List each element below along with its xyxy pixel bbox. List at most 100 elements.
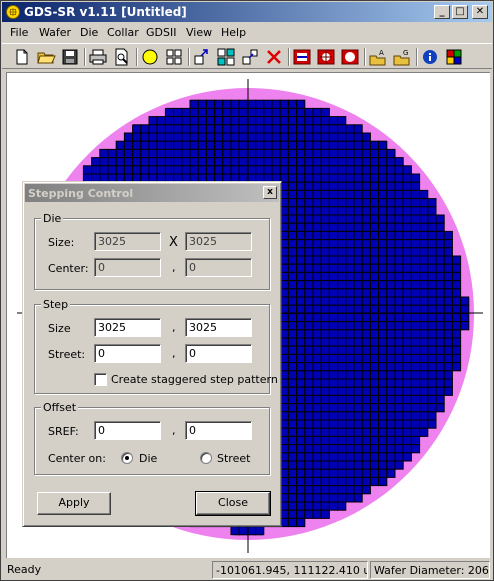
step-icon[interactable] [192, 47, 212, 67]
menu-wafer[interactable]: Wafer [39, 26, 71, 39]
close-button[interactable]: ✕ [472, 5, 488, 19]
move-icon[interactable] [240, 47, 260, 67]
die-cell [328, 444, 339, 454]
die-cell [460, 296, 470, 306]
die-cell [345, 394, 355, 405]
die-cell [435, 370, 445, 380]
apply-button[interactable]: Apply [37, 492, 111, 515]
die-cell [304, 444, 314, 454]
menu-gdsii[interactable]: GDSII [146, 26, 176, 39]
array-icon[interactable] [216, 47, 236, 67]
die-cell [312, 312, 322, 323]
die-cell [353, 173, 363, 183]
die-cell [328, 452, 339, 462]
center-on-die-radio[interactable] [121, 452, 133, 464]
staggered-step-label[interactable]: Create staggered step pattern [111, 373, 278, 386]
die-cell [427, 198, 437, 208]
sref-y-input[interactable]: 0 [185, 421, 252, 440]
open-folder-icon[interactable] [36, 47, 56, 67]
grid-icon[interactable] [164, 47, 184, 67]
minimize-button[interactable]: _ [434, 5, 450, 19]
die-cell [419, 222, 429, 232]
step-street-y-input[interactable]: 0 [185, 344, 252, 363]
step-size-x-input[interactable]: 3025 [94, 318, 161, 337]
die-cell [148, 165, 158, 175]
print-preview-icon[interactable] [112, 47, 132, 67]
die-cell [353, 452, 363, 462]
die-cell [328, 403, 339, 413]
die-cell [328, 476, 339, 487]
maximize-button[interactable]: □ [452, 5, 468, 19]
sref-x-input[interactable]: 0 [94, 421, 161, 440]
die-cell [337, 485, 347, 495]
step-street-x-input[interactable]: 0 [94, 344, 161, 363]
die-cell [345, 419, 355, 429]
die-cell [369, 271, 380, 282]
dialog-title-bar[interactable]: Stepping Control x [25, 184, 279, 202]
die-cell [451, 280, 462, 290]
die-cell [378, 460, 388, 470]
die-cell [296, 501, 306, 511]
die-cell [296, 427, 306, 437]
die-cell [386, 378, 396, 388]
wafer-circle-icon[interactable] [140, 47, 160, 67]
die-cell [337, 345, 347, 355]
die-cell [320, 132, 330, 142]
die-cell [296, 345, 306, 355]
die-cell [402, 321, 412, 331]
step-size-label: Size [48, 322, 71, 335]
die-cell [386, 353, 396, 364]
center-on-street-label[interactable]: Street [217, 452, 250, 465]
die-cell [337, 427, 347, 437]
center-on-die-label[interactable]: Die [139, 452, 157, 465]
staggered-step-checkbox[interactable] [94, 373, 107, 386]
die-cell [328, 247, 339, 257]
die-cell [312, 493, 322, 503]
die-cell [378, 476, 388, 487]
center-on-street-radio[interactable] [200, 452, 212, 464]
circle-outline-icon[interactable] [340, 47, 360, 67]
import-gds-icon[interactable]: G [392, 47, 412, 67]
menu-collar[interactable]: Collar [107, 26, 139, 39]
die-cell [345, 288, 355, 298]
die-cell [214, 107, 224, 118]
dialog-close-button[interactable]: x [263, 186, 277, 199]
die-cell [410, 411, 421, 421]
print-icon[interactable] [88, 47, 108, 67]
menu-view[interactable]: View [186, 26, 212, 39]
die-cell [312, 468, 322, 478]
die-cell [164, 107, 175, 118]
window-title: GDS-SR v1.11 [Untitled] [24, 5, 187, 19]
info-icon[interactable] [420, 47, 440, 67]
mark-icon[interactable] [292, 47, 312, 67]
save-disk-icon[interactable] [60, 47, 80, 67]
menu-file[interactable]: File [10, 26, 28, 39]
die-cell [345, 140, 355, 150]
close-dialog-button[interactable]: Close [195, 491, 271, 516]
offset-group: Offset SREF: 0 , 0 Center on: Die Street [34, 401, 270, 475]
die-cell [320, 362, 330, 372]
die-cell [304, 427, 314, 437]
die-cell [189, 165, 199, 175]
delete-x-icon[interactable] [264, 47, 284, 67]
main-window: GDS-SR v1.11 [Untitled] _ □ ✕ File Wafer… [0, 0, 494, 581]
die-cell [361, 230, 371, 241]
die-cell [140, 148, 150, 159]
die-cell [328, 189, 339, 200]
import-sref-icon[interactable]: A [368, 47, 388, 67]
menu-die[interactable]: Die [80, 26, 98, 39]
die-cell [345, 222, 355, 232]
die-cell [271, 140, 281, 150]
center-icon[interactable] [316, 47, 336, 67]
die-cell [361, 337, 371, 347]
die-cell [410, 329, 421, 339]
menu-help[interactable]: Help [221, 26, 246, 39]
die-cell [181, 165, 191, 175]
color-palette-icon[interactable] [444, 47, 464, 67]
die-cell [328, 345, 339, 355]
die-cell [304, 206, 314, 216]
die-cell [419, 214, 429, 224]
step-size-y-input[interactable]: 3025 [185, 318, 252, 337]
new-file-icon[interactable] [12, 47, 32, 67]
die-cell [410, 444, 421, 454]
